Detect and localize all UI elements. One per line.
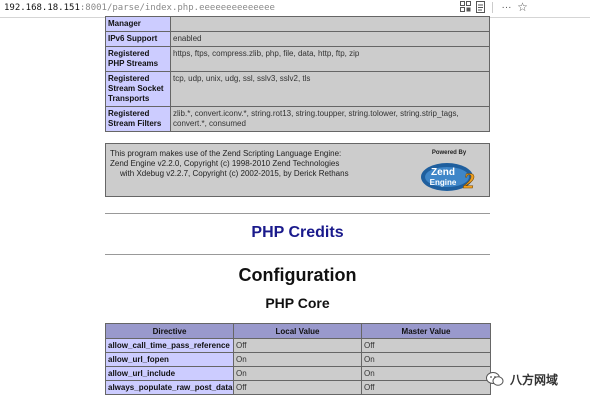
logo-powered-text: Powered By [432,150,467,156]
row-label: Registered PHP Streams [105,46,171,72]
directive-cell: always_populate_raw_post_data [105,380,234,395]
column-header-directive: Directive [105,323,234,339]
row-value: zlib.*, convert.iconv.*, string.rot13, s… [170,106,490,132]
directive-cell: allow_url_fopen [105,352,234,367]
column-header-local: Local Value [233,323,362,339]
php-credits-link[interactable]: PHP Credits [105,224,490,242]
logo-word-zend: Zend [431,167,455,178]
local-value-cell: On [233,366,362,381]
master-value-cell: Off [361,380,491,395]
row-value [170,16,490,32]
table-row: allow_url_fopen On On [105,352,491,367]
url-path: /parse/index.php.eeeeeeeeeeeeee [106,3,275,13]
reader-icon[interactable] [474,1,487,14]
row-label: Registered Stream Filters [105,106,171,132]
grid-icon[interactable] [459,1,472,14]
table-row: allow_call_time_pass_reference Off Off [105,338,491,353]
more-icon[interactable]: ··· [500,1,513,14]
table-row: IPv6 Support enabled [105,31,490,47]
logo-word-engine: Engine [430,178,457,187]
table-row: Registered Stream Filters zlib.*, conver… [105,106,490,132]
zend-line: with Xdebug v2.2.7, Copyright (c) 2002-2… [120,169,349,178]
divider-line [105,213,490,214]
directive-cell: allow_call_time_pass_reference [105,338,234,353]
table-row: Manager [105,16,490,32]
php-core-heading: PHP Core [265,295,330,311]
zend-engine-text: This program makes use of the Zend Scrip… [110,149,349,179]
watermark: 八方网域 [486,370,558,388]
streams-table: Manager IPv6 Support enabled Registered … [105,16,490,132]
toolbar-separator [492,2,493,13]
row-label: Registered Stream Socket Transports [105,71,171,107]
url-port: :8001 [79,3,107,13]
column-header-master: Master Value [361,323,491,339]
zend-engine-logo[interactable]: Powered By Zend Engine 2 [413,146,485,194]
master-value-cell: On [361,352,491,367]
wechat-icon [486,372,504,386]
divider-line [105,254,490,255]
zend-engine-box: This program makes use of the Zend Scrip… [105,143,490,197]
master-value-cell: On [361,366,491,381]
watermark-text: 八方网域 [510,372,559,387]
local-value-cell: Off [233,380,362,395]
row-value: tcp, udp, unix, udg, ssl, sslv3, sslv2, … [170,71,490,107]
table-row: always_populate_raw_post_data Off Off [105,380,491,395]
url-host: 192.168.18.151 [4,3,80,13]
configuration-heading: Configuration [238,265,357,285]
logo-number-2: 2 [463,168,475,193]
config-table: Directive Local Value Master Value allow… [105,323,491,395]
table-row: allow_url_include On On [105,366,491,381]
zend-line: This program makes use of the Zend Scrip… [110,149,342,158]
table-row: Registered Stream Socket Transports tcp,… [105,71,490,107]
directive-cell: allow_url_include [105,366,234,381]
zend-line: Zend Engine v2.2.0, Copyright (c) 1998-2… [110,159,340,168]
url-text[interactable]: 192.168.18.151:8001/parse/index.php.eeee… [4,2,275,14]
table-row: Registered PHP Streams https, ftps, comp… [105,46,490,72]
master-value-cell: Off [361,338,491,353]
local-value-cell: On [233,352,362,367]
row-value: https, ftps, compress.zlib, php, file, d… [170,46,490,72]
config-header-row: Directive Local Value Master Value [105,323,491,339]
local-value-cell: Off [233,338,362,353]
row-label: IPv6 Support [105,31,171,47]
row-value: enabled [170,31,490,47]
row-label: Manager [105,16,171,32]
bookmark-star-icon[interactable]: ☆ [516,1,529,14]
